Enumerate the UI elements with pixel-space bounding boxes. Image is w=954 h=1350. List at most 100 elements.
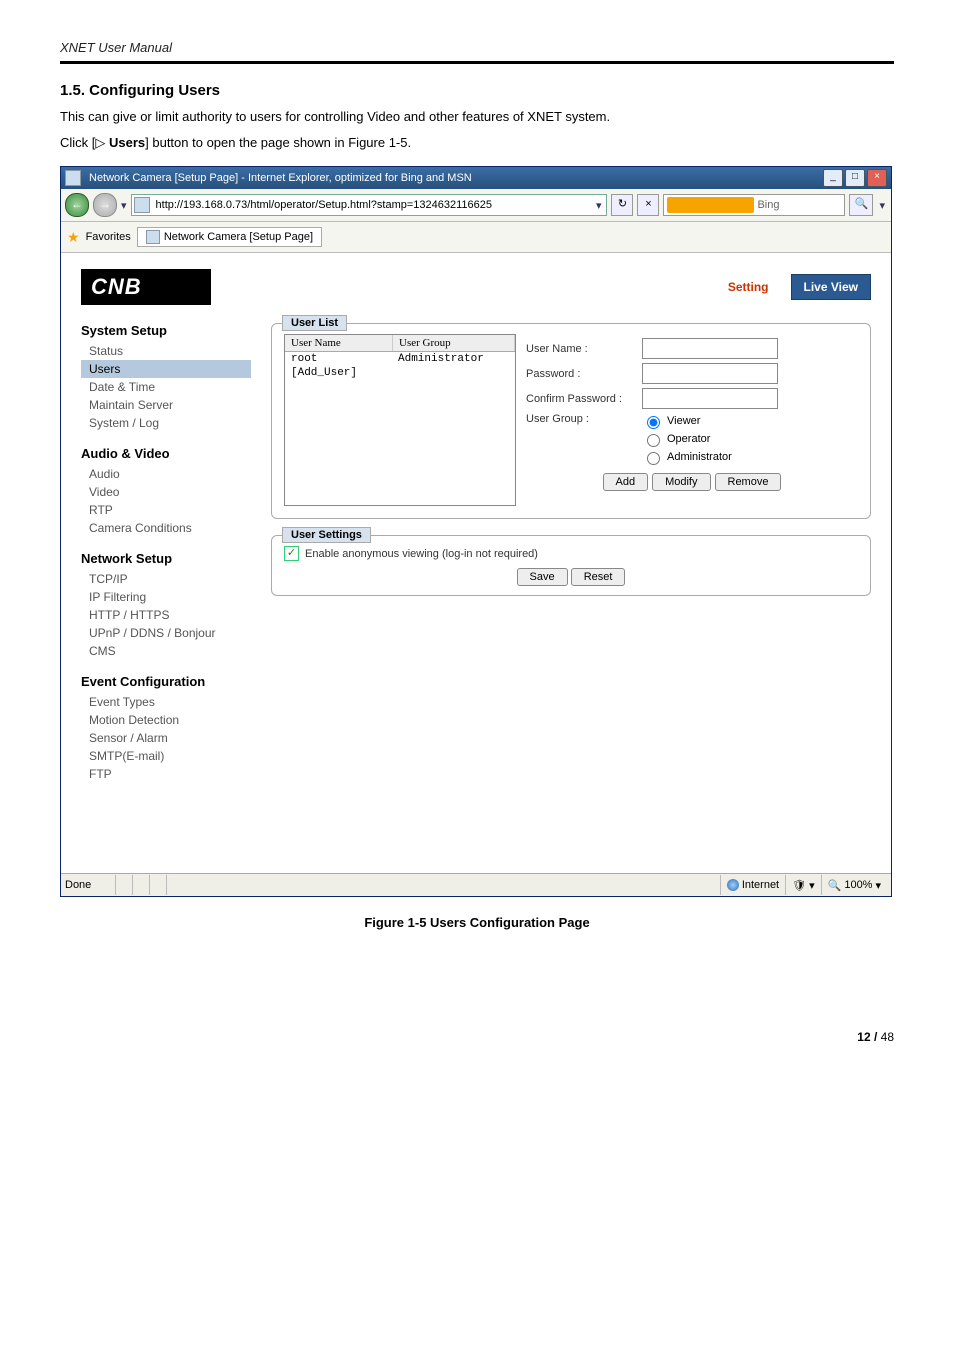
chevron-down-icon[interactable]: ▾ bbox=[593, 199, 605, 212]
status-zoom[interactable]: 🔍100% ▾ bbox=[821, 875, 887, 895]
sidebar-item-ipfilter[interactable]: IP Filtering bbox=[81, 588, 251, 606]
favorites-bar: ★ Favorites Network Camera [Setup Page] bbox=[61, 222, 891, 253]
url-input[interactable] bbox=[154, 198, 593, 212]
remove-button[interactable]: Remove bbox=[715, 473, 782, 491]
maximize-button[interactable]: □ bbox=[845, 169, 865, 187]
sidebar-item-datetime[interactable]: Date & Time bbox=[81, 378, 251, 396]
user-listbox[interactable]: User Name User Group root Administrator bbox=[284, 334, 516, 506]
modify-button[interactable]: Modify bbox=[652, 473, 710, 491]
close-button[interactable]: × bbox=[867, 169, 887, 187]
browser-tab[interactable]: Network Camera [Setup Page] bbox=[137, 227, 322, 247]
search-placeholder: Bing bbox=[757, 199, 844, 211]
dropdown-icon[interactable]: ▾ bbox=[121, 199, 127, 212]
window-titlebar: Network Camera [Setup Page] - Internet E… bbox=[61, 167, 891, 189]
chevron-down-icon[interactable]: ▾ bbox=[877, 199, 887, 212]
zone-label: Internet bbox=[742, 879, 779, 891]
sidebar-item-motion[interactable]: Motion Detection bbox=[81, 711, 251, 729]
usersettings-fieldset: User Settings ✓ Enable anonymous viewing… bbox=[271, 535, 871, 596]
sidebar-item-sensor[interactable]: Sensor / Alarm bbox=[81, 729, 251, 747]
sidebar-item-audio[interactable]: Audio bbox=[81, 465, 251, 483]
triangle-icon: ▷ bbox=[95, 133, 105, 153]
ie-window: Network Camera [Setup Page] - Internet E… bbox=[60, 166, 892, 897]
favorites-label: Favorites bbox=[86, 231, 131, 243]
sidebar: System Setup Status Users Date & Time Ma… bbox=[81, 323, 251, 797]
radio-operator[interactable]: Operator bbox=[642, 431, 732, 447]
logo-letter: B bbox=[125, 274, 142, 300]
save-button[interactable]: Save bbox=[517, 568, 568, 586]
sidebar-item-eventtypes[interactable]: Event Types bbox=[81, 693, 251, 711]
anon-label: Enable anonymous viewing (log-in not req… bbox=[305, 548, 538, 560]
cell-name: [Add_User] bbox=[285, 366, 392, 380]
userlist-legend: User List bbox=[282, 315, 347, 331]
anon-checkbox[interactable]: ✓ bbox=[284, 546, 299, 561]
brand-logo: CNB bbox=[81, 269, 211, 305]
input-username[interactable] bbox=[642, 338, 778, 359]
add-button[interactable]: Add bbox=[603, 473, 649, 491]
radio-viewer[interactable]: Viewer bbox=[642, 413, 732, 429]
sidebar-item-rtp[interactable]: RTP bbox=[81, 501, 251, 519]
radio-admin[interactable]: Administrator bbox=[642, 449, 732, 465]
minimize-button[interactable]: _ bbox=[823, 169, 843, 187]
user-form: User Name : Password : Confirm Password … bbox=[526, 334, 858, 506]
input-confirm[interactable] bbox=[642, 388, 778, 409]
label-confirm: Confirm Password : bbox=[526, 393, 636, 405]
nav-live-view[interactable]: Live View bbox=[791, 274, 871, 300]
status-bar: Done Internet 🛡▾ 🔍100% ▾ bbox=[61, 873, 891, 896]
page-number-current: 12 / bbox=[857, 1030, 880, 1044]
usersettings-legend: User Settings bbox=[282, 527, 371, 543]
userlist-fieldset: User List User Name User Group root bbox=[271, 323, 871, 519]
doc-header: XNET User Manual bbox=[60, 40, 894, 55]
favorites-star-icon[interactable]: ★ bbox=[67, 229, 80, 246]
nav-group-event: Event Configuration bbox=[81, 674, 251, 689]
nav-group-system: System Setup bbox=[81, 323, 251, 338]
input-password[interactable] bbox=[642, 363, 778, 384]
shield-icon: 🛡 bbox=[792, 879, 806, 892]
nav-group-av: Audio & Video bbox=[81, 446, 251, 461]
col-username: User Name bbox=[285, 335, 393, 351]
col-usergroup: User Group bbox=[393, 335, 515, 351]
refresh-button[interactable]: ↻ bbox=[611, 194, 633, 216]
sidebar-item-users[interactable]: Users bbox=[81, 360, 251, 378]
tab-label: Network Camera [Setup Page] bbox=[164, 231, 313, 243]
reset-button[interactable]: Reset bbox=[571, 568, 626, 586]
status-protected: 🛡▾ bbox=[785, 875, 821, 895]
address-bar: ← → ▾ ▾ ↻ × Bing 🔍 ▾ bbox=[61, 189, 891, 222]
forward-button[interactable]: → bbox=[93, 193, 117, 217]
nav-setting[interactable]: Setting bbox=[714, 274, 783, 300]
logo-letter: N bbox=[108, 274, 125, 300]
section-title: 1.5. Configuring Users bbox=[60, 82, 894, 99]
page-footer: 12 / 48 bbox=[0, 1030, 954, 1064]
sidebar-item-upnp[interactable]: UPnP / DDNS / Bonjour bbox=[81, 624, 251, 642]
page-content: CNB Setting Live View System Setup Statu… bbox=[61, 253, 891, 873]
globe-icon bbox=[727, 879, 739, 891]
page-number-total: 48 bbox=[881, 1030, 894, 1044]
back-button[interactable]: ← bbox=[65, 193, 89, 217]
radio-label: Operator bbox=[667, 433, 710, 445]
figure-caption: Figure 1-5 Users Configuration Page bbox=[60, 915, 894, 930]
search-button[interactable]: 🔍 bbox=[849, 194, 873, 216]
sidebar-item-video[interactable]: Video bbox=[81, 483, 251, 501]
sidebar-item-smtp[interactable]: SMTP(E-mail) bbox=[81, 747, 251, 765]
zoom-icon: 🔍 bbox=[828, 879, 842, 892]
cell-group: Administrator bbox=[392, 352, 515, 366]
stop-button[interactable]: × bbox=[637, 194, 659, 216]
sidebar-item-cms[interactable]: CMS bbox=[81, 642, 251, 660]
body-para-2: Click [▷ Users] button to open the page … bbox=[60, 133, 894, 153]
page-icon bbox=[134, 197, 150, 213]
list-row[interactable]: root Administrator bbox=[285, 352, 515, 366]
search-box[interactable]: Bing bbox=[663, 194, 845, 216]
radio-label: Viewer bbox=[667, 415, 700, 427]
sidebar-item-http[interactable]: HTTP / HTTPS bbox=[81, 606, 251, 624]
sidebar-item-tcpip[interactable]: TCP/IP bbox=[81, 570, 251, 588]
label-usergroup: User Group : bbox=[526, 413, 636, 425]
text: ] button to open the page shown in Figur… bbox=[145, 135, 411, 150]
zoom-label: 100% bbox=[844, 879, 872, 891]
sidebar-item-ftp[interactable]: FTP bbox=[81, 765, 251, 783]
sidebar-item-systemlog[interactable]: System / Log bbox=[81, 414, 251, 432]
address-field[interactable]: ▾ bbox=[131, 194, 608, 216]
list-row[interactable]: [Add_User] bbox=[285, 366, 515, 380]
text-bold: Users bbox=[105, 135, 145, 150]
sidebar-item-maintain[interactable]: Maintain Server bbox=[81, 396, 251, 414]
sidebar-item-status[interactable]: Status bbox=[81, 342, 251, 360]
sidebar-item-camera[interactable]: Camera Conditions bbox=[81, 519, 251, 537]
